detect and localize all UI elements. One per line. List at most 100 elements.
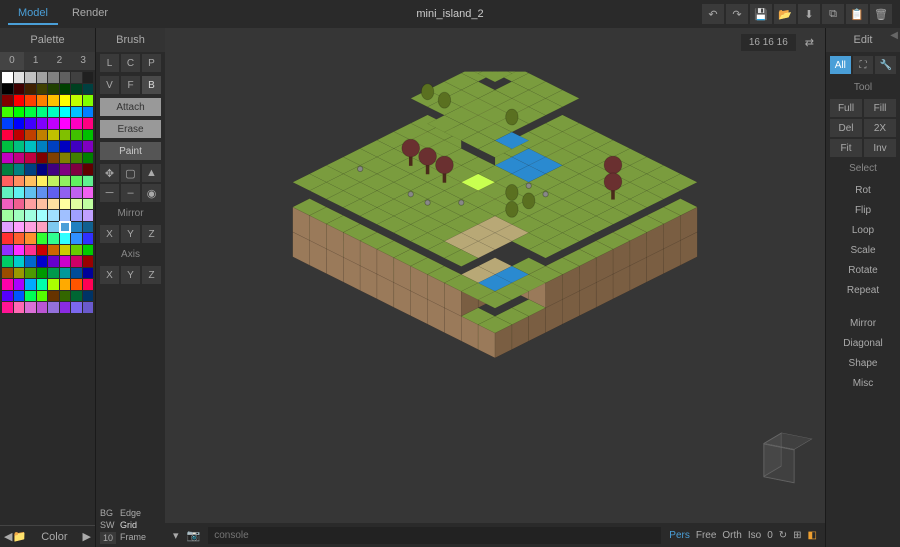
color-swatch[interactable] [83, 222, 94, 233]
cube-icon[interactable]: ◧ [808, 530, 817, 541]
color-swatch[interactable] [37, 107, 48, 118]
color-swatch[interactable] [37, 118, 48, 129]
color-swatch[interactable] [2, 84, 13, 95]
redo-icon[interactable]: ↷ [726, 4, 748, 24]
color-swatch[interactable] [48, 141, 59, 152]
color-swatch[interactable] [25, 153, 36, 164]
color-swatch[interactable] [60, 84, 71, 95]
color-swatch[interactable] [14, 210, 25, 221]
color-swatch[interactable] [25, 141, 36, 152]
color-swatch[interactable] [14, 245, 25, 256]
canvas[interactable] [165, 56, 825, 523]
axis-x-button[interactable]: X [100, 266, 119, 284]
color-swatch[interactable] [60, 279, 71, 290]
dropdown-icon[interactable]: ▾ [173, 529, 179, 542]
color-swatch[interactable] [14, 141, 25, 152]
color-swatch[interactable] [25, 199, 36, 210]
color-swatch[interactable] [60, 199, 71, 210]
erase-button[interactable]: Erase [100, 120, 161, 138]
brush-v-button[interactable]: V [100, 76, 119, 94]
color-swatch[interactable] [2, 291, 13, 302]
color-swatch[interactable] [14, 233, 25, 244]
color-swatch[interactable] [71, 176, 82, 187]
misc-section[interactable]: Misc [830, 375, 896, 392]
color-swatch[interactable] [25, 291, 36, 302]
color-swatch[interactable] [83, 153, 94, 164]
color-swatch[interactable] [48, 279, 59, 290]
color-swatch[interactable] [83, 268, 94, 279]
color-swatch[interactable] [2, 130, 13, 141]
inv-button[interactable]: Inv [864, 139, 896, 157]
color-swatch[interactable] [14, 164, 25, 175]
color-swatch[interactable] [14, 199, 25, 210]
color-swatch[interactable] [25, 95, 36, 106]
mirror-section[interactable]: Mirror [830, 315, 896, 332]
move-tool-icon[interactable]: ✥ [100, 164, 119, 182]
color-swatch[interactable] [83, 118, 94, 129]
chevron-right-icon[interactable]: ▶ [83, 530, 91, 543]
delete-icon[interactable]: 🗑 [870, 4, 892, 24]
paste-icon[interactable]: 📋 [846, 4, 868, 24]
color-swatch[interactable] [25, 107, 36, 118]
color-swatch[interactable] [14, 291, 25, 302]
color-swatch[interactable] [14, 187, 25, 198]
color-swatch[interactable] [14, 95, 25, 106]
color-swatch[interactable] [2, 118, 13, 129]
color-swatch[interactable] [71, 187, 82, 198]
color-swatch[interactable] [48, 256, 59, 267]
color-swatch[interactable] [83, 84, 94, 95]
color-swatch[interactable] [83, 187, 94, 198]
bg-label[interactable]: BG [100, 508, 116, 518]
save-icon[interactable]: 💾 [750, 4, 772, 24]
color-swatch[interactable] [48, 245, 59, 256]
color-swatch[interactable] [2, 187, 13, 198]
color-swatch[interactable] [60, 245, 71, 256]
frame-label[interactable]: Frame [120, 532, 146, 544]
mirror-z-button[interactable]: Z [142, 225, 161, 243]
color-swatch[interactable] [83, 199, 94, 210]
color-swatch[interactable] [48, 210, 59, 221]
color-swatch[interactable] [25, 302, 36, 313]
palette-tab-2[interactable]: 2 [48, 52, 72, 70]
color-swatch[interactable] [60, 268, 71, 279]
sphere-tool-icon[interactable]: ◉ [142, 184, 161, 202]
color-swatch[interactable] [60, 95, 71, 106]
color-swatch[interactable] [71, 141, 82, 152]
color-swatch[interactable] [71, 279, 82, 290]
color-swatch[interactable] [71, 130, 82, 141]
color-swatch[interactable] [71, 222, 82, 233]
color-swatch[interactable] [25, 279, 36, 290]
color-swatch[interactable] [71, 245, 82, 256]
frame-value[interactable]: 10 [100, 532, 116, 544]
color-swatch[interactable] [71, 95, 82, 106]
tab-model[interactable]: Model [8, 3, 58, 25]
color-swatch[interactable] [25, 245, 36, 256]
color-swatch[interactable] [37, 164, 48, 175]
chevron-left-icon[interactable]: ◀ [4, 530, 12, 543]
export-icon[interactable]: ⬇ [798, 4, 820, 24]
color-swatch[interactable] [25, 176, 36, 187]
color-swatch[interactable] [2, 245, 13, 256]
color-swatch[interactable] [2, 95, 13, 106]
nav-cube[interactable] [763, 433, 813, 483]
color-swatch[interactable] [25, 256, 36, 267]
full-button[interactable]: Full [830, 99, 862, 117]
color-swatch[interactable] [37, 187, 48, 198]
color-swatch[interactable] [71, 153, 82, 164]
iso-mode[interactable]: Iso [748, 530, 761, 541]
loop-action[interactable]: Loop [830, 222, 896, 239]
color-swatch[interactable] [83, 141, 94, 152]
color-swatch[interactable] [60, 107, 71, 118]
color-swatch[interactable] [60, 130, 71, 141]
color-swatch[interactable] [48, 222, 59, 233]
mirror-x-button[interactable]: X [100, 225, 119, 243]
color-swatch[interactable] [83, 130, 94, 141]
color-swatch[interactable] [25, 72, 36, 83]
shape-section[interactable]: Shape [830, 355, 896, 372]
color-swatch[interactable] [71, 268, 82, 279]
color-swatch[interactable] [60, 256, 71, 267]
color-swatch[interactable] [48, 291, 59, 302]
color-swatch[interactable] [37, 210, 48, 221]
color-swatch[interactable] [60, 210, 71, 221]
color-swatch[interactable] [83, 233, 94, 244]
